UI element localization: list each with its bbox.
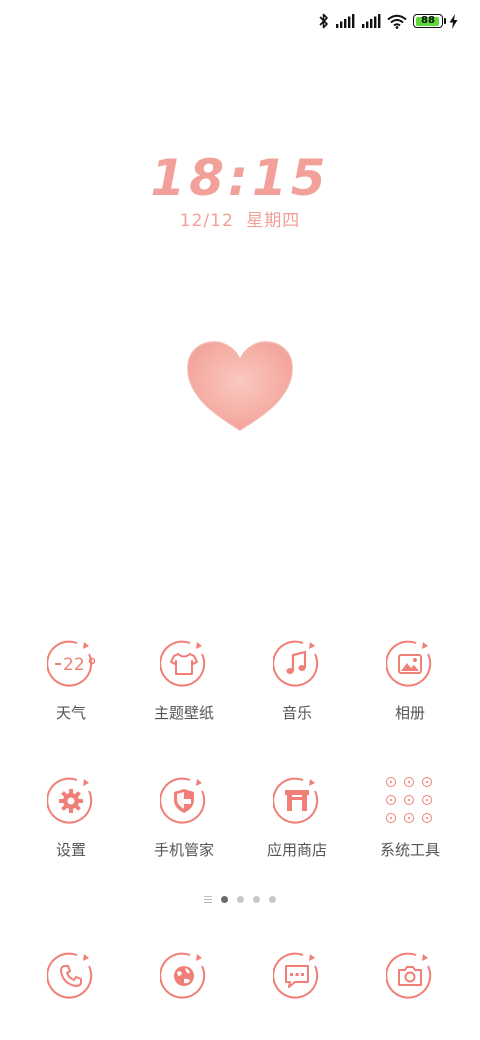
browser-icon [160, 952, 208, 1000]
page-dot[interactable] [237, 896, 244, 903]
clock-date: 12/12 [179, 211, 234, 231]
app-label: 相册 [394, 704, 425, 722]
signal-icon [336, 14, 355, 28]
app-label: 设置 [55, 841, 86, 859]
page-dot[interactable] [269, 896, 276, 903]
app-settings[interactable]: 设置 [16, 777, 126, 860]
page-dot-active[interactable] [221, 896, 228, 903]
store-icon [273, 777, 321, 825]
camera-icon [386, 952, 434, 1000]
tshirt-icon [160, 640, 208, 688]
app-label: 应用商店 [266, 841, 327, 859]
mini-app-icon [386, 777, 396, 787]
mini-app-icon [422, 795, 432, 805]
app-music[interactable]: 音乐 [242, 640, 352, 723]
charging-icon [449, 13, 458, 29]
app-label: 手机管家 [153, 841, 214, 859]
weather-icon: 22 [47, 640, 95, 688]
mini-app-icon [386, 813, 396, 823]
mini-app-icon [422, 777, 432, 787]
app-label: 主题壁纸 [153, 704, 214, 722]
clock-weekday: 星期四 [246, 211, 301, 231]
clock-time: 18:15 [150, 149, 330, 207]
app-phone-manager[interactable]: 手机管家 [129, 777, 239, 860]
signal-icon [362, 14, 381, 28]
status-bar: 88 [319, 10, 458, 32]
app-label: 系统工具 [379, 841, 440, 859]
app-weather[interactable]: 22 天气 [16, 640, 126, 723]
shield-icon [160, 777, 208, 825]
gear-icon [47, 777, 95, 825]
mini-app-icon [386, 795, 396, 805]
page-menu-icon[interactable] [204, 896, 212, 903]
wifi-icon [387, 14, 407, 29]
dock-browser[interactable] [129, 952, 239, 1000]
mini-app-icon [404, 777, 414, 787]
app-folder-system-tools[interactable]: 系统工具 [355, 777, 465, 860]
clock-widget[interactable]: 18:15 12/12 星期四 [0, 150, 480, 231]
bluetooth-icon [319, 13, 328, 29]
dock-messages[interactable] [242, 952, 352, 1000]
dock-camera[interactable] [355, 952, 465, 1000]
wallpaper-heart [184, 338, 296, 434]
mini-app-icon [404, 813, 414, 823]
mini-app-icon [404, 795, 414, 805]
mini-app-icon [422, 813, 432, 823]
gallery-icon [386, 640, 434, 688]
battery-icon: 88 [413, 14, 446, 28]
clock-date-line: 12/12 星期四 [0, 206, 480, 231]
app-label: 音乐 [281, 704, 312, 722]
messages-icon [273, 952, 321, 1000]
page-indicator[interactable] [0, 896, 480, 903]
app-app-store[interactable]: 应用商店 [242, 777, 352, 860]
page-dot[interactable] [253, 896, 260, 903]
app-theme-wallpaper[interactable]: 主题壁纸 [129, 640, 239, 723]
dock-phone[interactable] [16, 952, 126, 1000]
weather-temperature: 22 [63, 655, 85, 675]
music-note-icon [273, 640, 321, 688]
app-label: 天气 [55, 704, 86, 722]
phone-icon [47, 952, 95, 1000]
folder-grid-icon [386, 777, 434, 825]
app-gallery[interactable]: 相册 [355, 640, 465, 723]
battery-level: 88 [421, 15, 435, 26]
